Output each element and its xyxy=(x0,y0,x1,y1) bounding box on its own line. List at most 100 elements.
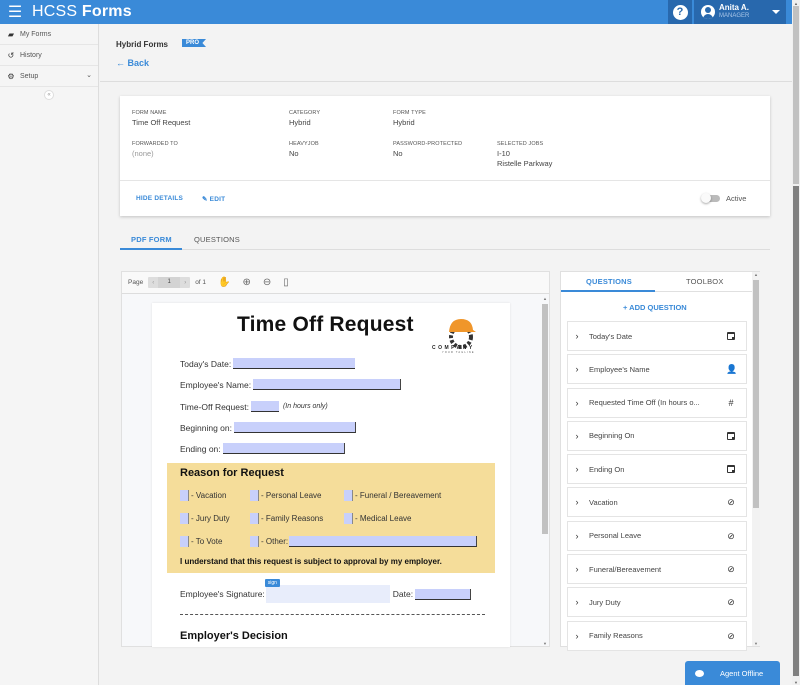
question-item[interactable]: › Today's Date xyxy=(567,321,747,351)
time-off-request-row: Time-Off Request: (In hours only) xyxy=(180,401,328,412)
signature-field[interactable]: sign xyxy=(264,579,390,603)
app-title[interactable]: HCSS Forms xyxy=(32,3,132,21)
tab-toolbox[interactable]: TOOLBOX xyxy=(686,277,724,286)
question-item[interactable]: › Jury Duty ⊘ xyxy=(567,587,747,618)
field-label: FORM TYPE xyxy=(393,110,426,116)
sidebar-item-label: My Forms xyxy=(20,30,52,38)
question-item[interactable]: › Personal Leave ⊘ xyxy=(567,520,747,551)
active-toggle[interactable] xyxy=(701,193,720,203)
chat-label: Agent Offline xyxy=(720,668,764,678)
back-link[interactable]: ← Back xyxy=(116,58,149,68)
jury-duty-checkbox[interactable]: - Jury Duty xyxy=(180,513,230,524)
signature-date-input[interactable] xyxy=(415,588,472,600)
chevron-right-icon[interactable]: › xyxy=(568,531,586,541)
hamburger-menu-icon[interactable]: ☰ xyxy=(0,0,30,24)
scroll-down-arrow-icon[interactable]: ▼ xyxy=(543,641,547,646)
chat-bubble-icon xyxy=(695,669,704,677)
add-question-button[interactable]: + ADD QUESTION xyxy=(623,303,687,312)
tab-questions-panel[interactable]: QUESTIONS xyxy=(586,277,632,286)
scrollbar-thumb[interactable] xyxy=(793,186,799,676)
questions-panel: QUESTIONS TOOLBOX + ADD QUESTION › Today'… xyxy=(560,271,760,651)
beginning-on-input[interactable] xyxy=(234,422,356,433)
employee-name-input[interactable] xyxy=(253,379,402,390)
zoom-out-icon[interactable]: ⊖ xyxy=(263,277,271,288)
time-off-hours-input[interactable] xyxy=(250,401,279,412)
question-item[interactable]: › Ending On xyxy=(567,454,747,485)
medical-leave-checkbox[interactable]: - Medical Leave xyxy=(344,513,411,524)
page-header: Hybrid Forms PRO ← Back xyxy=(100,24,792,82)
hand-pan-icon[interactable]: ✋ xyxy=(218,277,230,288)
page-scrollbar[interactable]: ▲ ▼ xyxy=(792,0,800,685)
sign-tag[interactable]: sign xyxy=(264,579,280,587)
tab-pdf-form[interactable]: PDF FORM xyxy=(131,235,172,244)
selected-jobs-field: SELECTED JOBS I-10 Ristelle Parkway xyxy=(497,141,552,169)
check-circle-icon: ⊘ xyxy=(727,497,735,508)
scroll-down-arrow-icon[interactable]: ▼ xyxy=(754,641,758,646)
checkbox-label: - Funeral / Bereavement xyxy=(355,491,442,500)
chevron-right-icon[interactable]: › xyxy=(568,631,586,641)
question-item[interactable]: › Requested Time Off (In hours o... # xyxy=(567,387,747,418)
family-reasons-checkbox[interactable]: - Family Reasons xyxy=(250,513,323,524)
divider xyxy=(180,614,485,615)
to-vote-checkbox[interactable]: - To Vote xyxy=(180,536,222,547)
main-tabs: PDF FORM QUESTIONS xyxy=(120,230,770,250)
check-circle-icon: ⊘ xyxy=(727,530,735,541)
funeral-checkbox[interactable]: - Funeral / Bereavement xyxy=(344,490,441,501)
prev-page-button[interactable]: ‹ xyxy=(148,280,158,286)
collapse-sidebar-button[interactable]: « xyxy=(44,90,54,100)
fit-page-icon[interactable]: ▯ xyxy=(283,277,289,288)
sidebar-item-history[interactable]: ↺ History xyxy=(0,45,98,66)
question-item[interactable]: › Vacation ⊘ xyxy=(567,487,747,518)
personal-leave-checkbox[interactable]: - Personal Leave xyxy=(250,490,321,501)
field-label: CATEGORY xyxy=(289,110,321,116)
tab-questions[interactable]: QUESTIONS xyxy=(194,235,240,244)
chevron-right-icon[interactable]: › xyxy=(568,564,586,574)
edit-button[interactable]: ✎ EDIT xyxy=(202,195,225,203)
document-title: Time Off Request xyxy=(237,313,414,336)
checkbox-label: - To Vote xyxy=(191,537,223,546)
question-item[interactable]: › Employee's Name 👤 xyxy=(567,354,747,385)
active-label: Active xyxy=(726,194,747,203)
chevron-right-icon[interactable]: › xyxy=(568,364,586,374)
hide-details-button[interactable]: HIDE DETAILS xyxy=(136,195,183,202)
question-item[interactable]: › Funeral/Bereavement ⊘ xyxy=(567,554,747,585)
question-label: Today's Date xyxy=(589,331,633,341)
scroll-up-arrow-icon[interactable]: ▲ xyxy=(543,296,547,301)
next-page-button[interactable]: › xyxy=(180,280,190,286)
sidebar-item-setup[interactable]: ⚙ Setup ⌄ xyxy=(0,66,98,87)
vacation-checkbox[interactable]: - Vacation xyxy=(180,490,226,501)
ending-on-input[interactable] xyxy=(222,443,345,454)
question-label: Vacation xyxy=(589,497,618,507)
chevron-right-icon[interactable]: › xyxy=(568,431,586,441)
scroll-up-arrow-icon[interactable]: ▲ xyxy=(754,272,758,277)
zoom-in-icon[interactable]: ⊕ xyxy=(242,277,250,288)
app-title-bold: Forms xyxy=(81,3,132,20)
other-checkbox[interactable]: - Other: xyxy=(250,536,478,547)
help-button[interactable]: ? xyxy=(668,0,692,24)
agent-chat-button[interactable]: Agent Offline xyxy=(685,661,780,685)
page-selector: ‹ 1 › xyxy=(148,277,191,288)
scrollbar-thumb[interactable] xyxy=(753,280,759,508)
field-label: Today's Date: xyxy=(180,358,232,369)
question-label: Family Reasons xyxy=(589,631,643,641)
questions-scrollbar[interactable]: ▲ ▼ xyxy=(752,272,760,646)
sidebar-item-my-forms[interactable]: ▰ My Forms xyxy=(0,24,98,45)
check-circle-icon: ⊘ xyxy=(727,564,735,575)
chevron-right-icon[interactable]: › xyxy=(568,497,586,507)
chevron-right-icon[interactable]: › xyxy=(568,398,586,408)
other-reason-input[interactable] xyxy=(289,536,478,547)
pdf-scrollbar[interactable]: ▲ ▼ xyxy=(541,296,549,646)
question-item[interactable]: › Beginning On xyxy=(567,420,747,451)
scrollbar-thumb[interactable] xyxy=(542,304,548,534)
calendar-icon xyxy=(726,331,736,341)
user-menu-button[interactable]: Anita A. MANAGER xyxy=(694,0,786,24)
chevron-right-icon[interactable]: › xyxy=(568,597,586,607)
todays-date-input[interactable] xyxy=(233,358,356,369)
chevron-right-icon[interactable]: › xyxy=(568,331,586,341)
scroll-down-arrow-icon[interactable]: ▼ xyxy=(794,680,798,685)
page-number-input[interactable]: 1 xyxy=(158,277,181,288)
page-label: Page xyxy=(128,279,144,286)
question-label: Beginning On xyxy=(589,431,635,441)
question-item[interactable]: › Family Reasons ⊘ xyxy=(567,620,747,651)
chevron-right-icon[interactable]: › xyxy=(568,464,586,474)
